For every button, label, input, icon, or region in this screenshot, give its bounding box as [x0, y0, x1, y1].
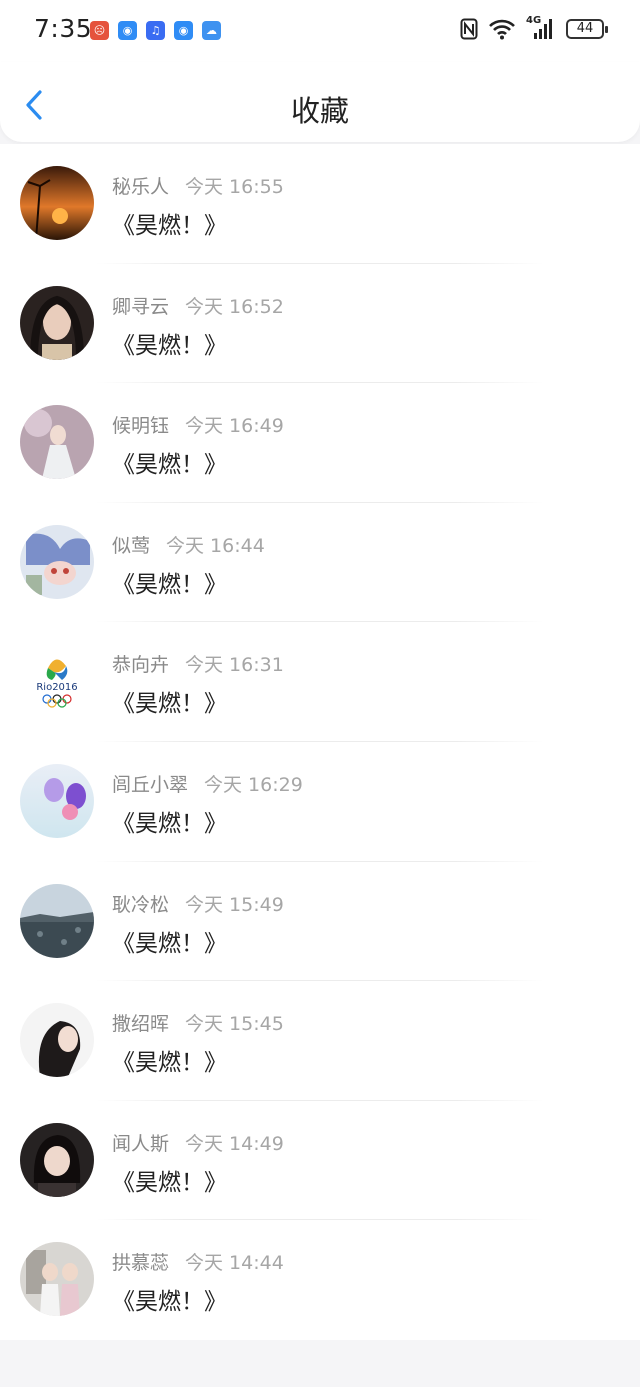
message-preview: 《昊燃！》	[112, 213, 227, 239]
message-preview: 《昊燃！》	[112, 1050, 227, 1077]
list-item[interactable]: Rio2016 恭向卉 今天 16:31 《昊燃！》	[0, 622, 640, 742]
avatar	[20, 883, 94, 958]
wifi-icon	[489, 19, 515, 40]
sender-name: 闻人斯	[112, 1132, 170, 1155]
status-bar: 7:35 ☹ ◉ ♫ ◉ ☁ 4G 44	[0, 0, 640, 62]
sender-name: 撒绍晖	[112, 1013, 170, 1036]
message-preview: 《昊燃！》	[112, 332, 227, 359]
app-notification-icon: ☹	[90, 21, 109, 40]
timestamp: 今天 16:49	[185, 415, 284, 438]
list-item[interactable]: 候明钰 今天 16:49 《昊燃！》	[0, 383, 640, 503]
timestamp: 今天 15:45	[185, 1013, 284, 1036]
message-preview: 《昊燃！》	[112, 810, 227, 837]
sender-name: 闾丘小翠	[112, 773, 189, 796]
avatar	[20, 1242, 94, 1317]
message-preview: 《昊燃！》	[112, 691, 227, 718]
sender-name: 秘乐人	[112, 176, 170, 198]
sender-name: 恭向卉	[112, 654, 170, 677]
avatar	[20, 763, 94, 838]
chat-notification-icon: ◉	[174, 21, 193, 40]
avatar	[20, 405, 94, 480]
message-preview: 《昊燃！》	[112, 930, 227, 957]
battery-icon: 44	[566, 19, 608, 39]
timestamp: 今天 16:29	[204, 773, 303, 796]
sender-name: 卿寻云	[112, 295, 170, 318]
timestamp: 今天 16:44	[166, 534, 265, 557]
timestamp: 今天 16:31	[185, 654, 284, 677]
message-preview: 《昊燃！》	[112, 452, 227, 479]
nfc-icon	[460, 18, 478, 40]
clock: 7:35	[34, 14, 93, 43]
avatar	[20, 524, 94, 599]
page-title: 收藏	[290, 94, 349, 128]
list-item[interactable]: 卿寻云 今天 16:52 《昊燃！》	[0, 264, 640, 384]
voice-notification-icon: ♫	[146, 21, 165, 40]
message-preview: 《昊燃！》	[112, 1169, 227, 1196]
network-type: 4G	[526, 15, 542, 26]
message-notification-icon: ◉	[118, 21, 137, 40]
list-item[interactable]: 秘乐人 今天 16:55 《昊燃！》	[0, 144, 640, 264]
sender-name: 似莺	[112, 534, 151, 557]
cellular-signal: 4G	[526, 15, 556, 40]
list-item[interactable]: 闾丘小翠 今天 16:29 《昊燃！》	[0, 742, 640, 862]
avatar	[20, 1122, 94, 1197]
system-icons: 4G 44	[460, 15, 608, 40]
cloud-notification-icon: ☁	[202, 21, 221, 40]
sender-name: 拱慕蕊	[112, 1252, 170, 1275]
timestamp: 今天 16:52	[185, 295, 284, 318]
avatar	[20, 1003, 94, 1078]
battery-level: 44	[576, 21, 594, 36]
favorites-list: 秘乐人 今天 16:55 《昊燃！》 卿寻云 今天 16:52 《昊燃！》 候明钰今…	[0, 144, 640, 1340]
list-item[interactable]: 撒绍晖 今天 15:45 《昊燃！》	[0, 981, 640, 1101]
message-preview: 《昊燃！》	[112, 571, 227, 598]
svg-text:Rio2016: Rio2016	[36, 682, 77, 693]
avatar	[20, 166, 94, 240]
timestamp: 今天 14:44	[185, 1252, 284, 1275]
list-item[interactable]: 似莺 今天 16:44 《昊燃！》	[0, 503, 640, 623]
timestamp: 今天 14:49	[185, 1132, 284, 1155]
avatar: Rio2016	[20, 644, 94, 719]
header: 收藏	[0, 62, 640, 142]
timestamp: 今天 15:49	[185, 893, 284, 916]
avatar	[20, 285, 94, 360]
message-preview: 《昊燃！》	[112, 1289, 227, 1316]
notification-icons: ☹ ◉ ♫ ◉ ☁	[90, 21, 221, 40]
timestamp: 今天 16:55	[185, 176, 284, 198]
list-item[interactable]: 耿冷松 今天 15:49 《昊燃！》	[0, 862, 640, 982]
list-item[interactable]: 闻人斯 今天 14:49 《昊燃！》	[0, 1101, 640, 1221]
list-item[interactable]: 拱慕蕊 今天 14:44 《昊燃！》	[0, 1220, 640, 1340]
sender-name: 候明钰	[112, 415, 170, 438]
sender-name: 耿冷松	[112, 893, 170, 916]
